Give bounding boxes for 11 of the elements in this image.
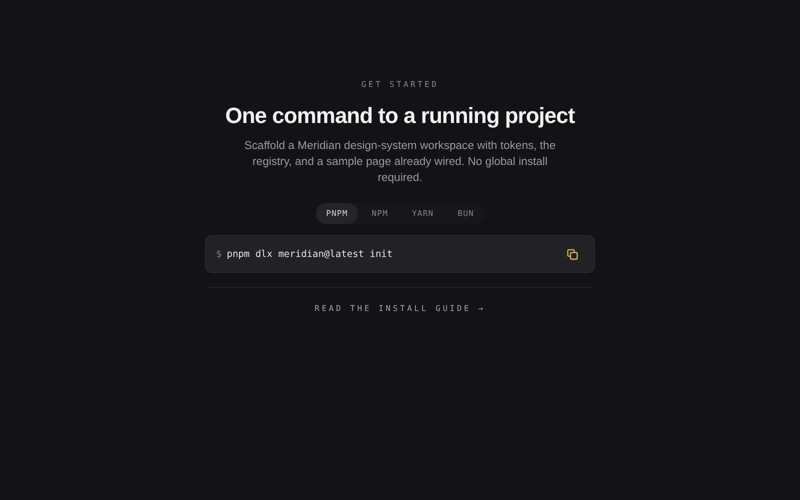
copy-icon[interactable] bbox=[567, 248, 578, 260]
command-text: pnpm dlx meridian@latest init bbox=[226, 248, 394, 260]
eyebrow-label: GET STARTED bbox=[361, 80, 439, 89]
page-title: One command to a running project bbox=[225, 103, 575, 129]
prompt-symbol: $ bbox=[216, 248, 222, 260]
package-manager-tab[interactable]: NPM bbox=[362, 203, 398, 224]
package-manager-tab[interactable]: YARN bbox=[402, 203, 444, 224]
install-guide-link[interactable]: READ THE INSTALL GUIDE → bbox=[314, 304, 486, 313]
description-text: Scaffold a Meridian design-system workspace with tokens, the registry, and a sample page already wired. No global install required. bbox=[243, 139, 557, 186]
package-manager-tab[interactable]: BUN bbox=[448, 203, 484, 224]
package-manager-tab[interactable]: PNPM bbox=[316, 203, 358, 224]
